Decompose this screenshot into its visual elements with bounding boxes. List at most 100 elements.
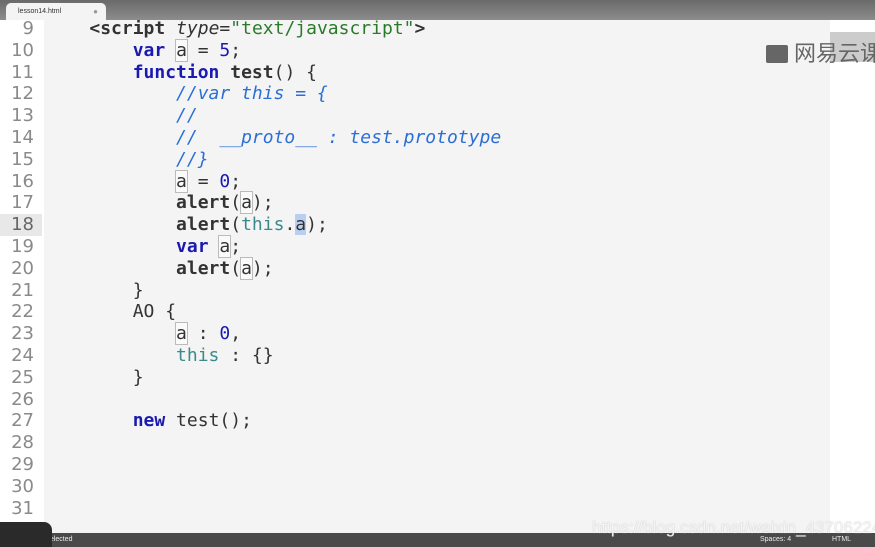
code-line[interactable]: 19 var a;	[0, 235, 830, 258]
code-text: a = 0;	[46, 169, 241, 193]
code-text: alert(a);	[46, 256, 274, 280]
code-line[interactable]: 21 }	[0, 280, 830, 302]
code-token: "text/javascript"	[230, 20, 415, 39]
code-text: //}	[46, 149, 209, 171]
code-line[interactable]: 22 AO {	[0, 301, 830, 323]
code-text: new test();	[46, 410, 252, 432]
code-line[interactable]: 10 var a = 5;	[0, 38, 830, 62]
line-number: 11	[11, 61, 34, 83]
line-number: 13	[11, 105, 34, 127]
line-number: 21	[11, 279, 34, 301]
code-token: type	[176, 20, 220, 39]
line-number: 24	[11, 345, 34, 366]
code-token: (	[230, 257, 242, 279]
code-token: () {	[273, 61, 317, 83]
code-token: <script	[89, 20, 177, 39]
code-token: //	[176, 105, 198, 127]
netease-logo-icon	[766, 45, 788, 63]
code-line[interactable]: 25 }	[0, 367, 830, 389]
code-line[interactable]: 30	[0, 476, 830, 498]
code-token: function	[132, 61, 220, 83]
netease-watermark: 网易云课	[766, 36, 875, 68]
code-line[interactable]: 17 alert(a);	[0, 191, 830, 215]
code-line[interactable]: 24 this : {}	[0, 345, 830, 367]
line-number: 28	[11, 432, 34, 454]
line-number: 12	[11, 83, 34, 105]
code-line[interactable]: 23 a : 0,	[0, 322, 830, 346]
line-number: 10	[11, 39, 34, 61]
code-line[interactable]: 12 //var this = {	[0, 83, 830, 105]
code-token: =	[219, 20, 231, 39]
code-token: 0	[219, 170, 231, 192]
code-text: //	[46, 105, 198, 127]
line-number: 15	[11, 148, 34, 170]
code-line[interactable]: 11 function test() {	[0, 62, 830, 84]
code-token: this	[241, 214, 285, 236]
code-editor[interactable]: 9 <script type="text/javascript"> 10 var …	[0, 20, 830, 533]
code-token: a	[175, 169, 188, 193]
code-line[interactable]: 29	[0, 454, 830, 476]
line-number: 30	[11, 475, 34, 497]
code-line[interactable]: 15 //}	[0, 149, 830, 171]
code-token: AO {	[46, 301, 177, 323]
code-token: }	[46, 366, 144, 388]
code-line[interactable]: 20 alert(a);	[0, 256, 830, 280]
code-token: ;	[230, 236, 242, 257]
line-number: 20	[11, 257, 34, 279]
code-token: a	[240, 256, 253, 280]
tab-lesson14[interactable]: lesson14.html ●	[6, 3, 106, 20]
code-token: var	[132, 39, 166, 61]
code-token: }	[46, 279, 144, 301]
code-token: a	[295, 214, 307, 236]
line-number: 19	[11, 236, 34, 257]
code-token: test	[230, 61, 274, 83]
line-number: 17	[11, 192, 34, 214]
code-line[interactable]: 26	[0, 389, 830, 411]
code-token: ,	[230, 323, 242, 345]
minimap[interactable]	[830, 20, 875, 533]
code-line[interactable]: 27 new test();	[0, 410, 830, 432]
url-watermark: https://blog.csdn.net/weixin_43706224	[592, 518, 875, 537]
code-text: alert(a);	[46, 191, 274, 215]
code-line[interactable]: 16 a = 0;	[0, 169, 830, 193]
code-token: );	[251, 257, 274, 279]
code-token: :	[186, 323, 220, 345]
code-token: this	[176, 345, 220, 366]
code-token: 5	[219, 39, 231, 61]
code-token: alert	[176, 257, 231, 279]
code-token: new	[132, 410, 166, 432]
code-line[interactable]: 28	[0, 432, 830, 454]
code-token: );	[251, 192, 274, 214]
tab-bar: lesson14.html ●	[0, 0, 875, 20]
code-line[interactable]: 9 <script type="text/javascript">	[0, 20, 830, 40]
tab-close-icon[interactable]: ●	[93, 7, 98, 16]
code-text: var a;	[46, 235, 242, 258]
code-line[interactable]: 13 //	[0, 105, 830, 127]
code-token: =	[186, 39, 220, 61]
code-text: alert(this.a);	[46, 214, 328, 236]
line-number: 9	[22, 20, 34, 39]
code-token: var	[176, 236, 209, 257]
code-line[interactable]: 14 // __proto__ : test.prototype	[0, 127, 830, 149]
code-text: <script type="text/javascript">	[46, 20, 425, 40]
line-number: 29	[11, 454, 34, 475]
code-token: a	[175, 38, 188, 62]
code-line[interactable]: 18 alert(this.a);	[0, 214, 830, 237]
code-line[interactable]: 31	[0, 498, 830, 520]
code-text: function test() {	[46, 62, 317, 84]
tab-label: lesson14.html	[18, 8, 62, 15]
code-text: a : 0,	[46, 322, 242, 346]
code-token: );	[306, 214, 328, 236]
code-token: // __proto__ : test.prototype	[176, 127, 502, 148]
code-token: : {}	[219, 345, 274, 366]
code-token: (	[230, 192, 242, 214]
